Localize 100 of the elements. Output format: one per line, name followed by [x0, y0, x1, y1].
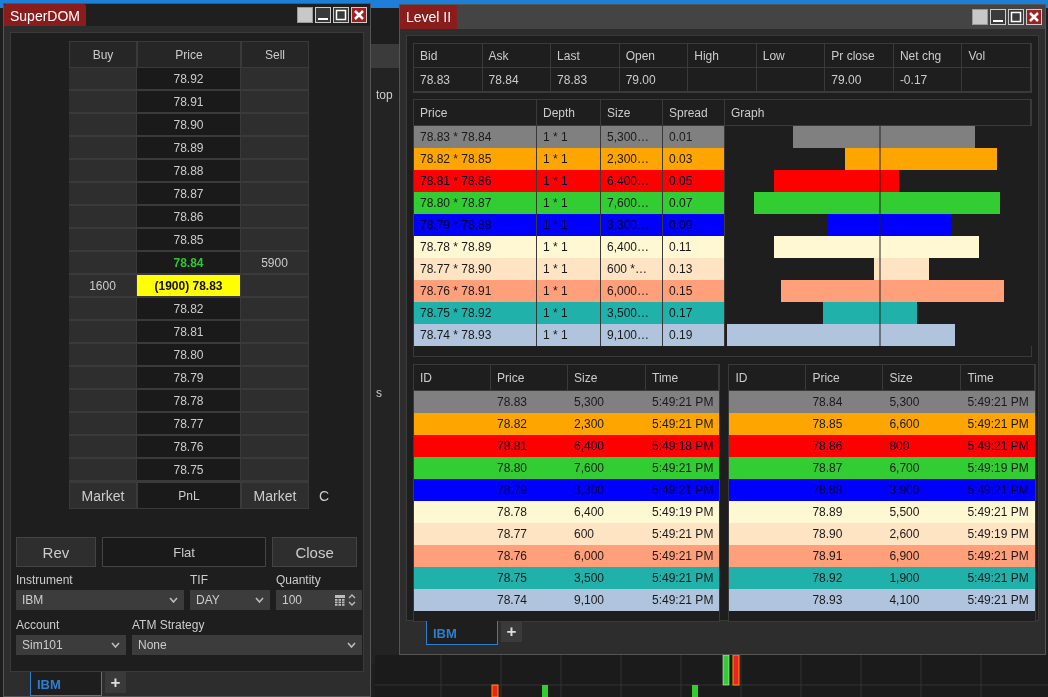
quote-value: 78.83 — [414, 68, 483, 92]
buy-cell[interactable] — [69, 137, 137, 160]
buy-cell[interactable] — [69, 298, 137, 321]
tif-dropdown[interactable]: DAY — [190, 590, 270, 610]
chevron-down-icon — [347, 642, 356, 648]
price-cell-text: 78.92 — [811, 570, 844, 587]
buy-cell[interactable] — [69, 436, 137, 459]
atm-strategy-dropdown[interactable]: None — [132, 635, 362, 655]
account-dropdown[interactable]: Sim101 — [16, 635, 126, 655]
sell-cell[interactable] — [241, 413, 309, 436]
size-cell-text: 5,300 — [573, 394, 606, 411]
buy-cell[interactable] — [69, 413, 137, 436]
spinner-icon[interactable] — [348, 593, 356, 607]
sell-cell[interactable] — [241, 91, 309, 114]
background-text: s — [375, 386, 383, 400]
buy-cell[interactable] — [69, 321, 137, 344]
price-cell-text: 78.77 — [496, 526, 529, 543]
field-label: Instrument — [16, 573, 74, 589]
sell-cell[interactable] — [241, 114, 309, 137]
buy-cell[interactable] — [69, 344, 137, 367]
price-cell-text: 78.91 — [811, 548, 844, 565]
buy-cell[interactable]: 1600 — [69, 275, 137, 298]
buy-cell[interactable] — [69, 114, 137, 137]
price-cell-text: 78.87 — [811, 460, 844, 477]
price-cell-text: 78.93 — [811, 592, 844, 609]
field-label: ATM Strategy — [132, 618, 206, 634]
sell-cell[interactable] — [241, 321, 309, 344]
market-sell-button[interactable]: Market — [241, 482, 309, 509]
sell-cell[interactable] — [241, 183, 309, 206]
price-cell-text: 78.74 — [496, 592, 529, 609]
time-cell-text: 5:49:21 PM — [966, 438, 1030, 455]
buy-cell[interactable] — [69, 390, 137, 413]
size-cell-text: 2,600 — [888, 526, 921, 543]
close-button[interactable]: Close — [272, 537, 357, 567]
time-cell-text: 5:49:19 PM — [966, 460, 1030, 477]
quantity-field[interactable]: 100 — [276, 590, 362, 610]
maximize-icon[interactable] — [333, 7, 349, 23]
calculator-icon[interactable] — [335, 594, 345, 606]
buy-cell[interactable] — [69, 229, 137, 252]
buy-cell[interactable] — [69, 160, 137, 183]
candle — [722, 655, 730, 686]
price-cell-text: 78.90 — [811, 526, 844, 543]
add-tab-button[interactable]: + — [105, 672, 126, 693]
price-cell: 78.78 — [137, 390, 241, 413]
size-cell-text: 1,900 — [888, 570, 921, 587]
minimize-icon[interactable] — [990, 9, 1006, 25]
instrument-dropdown[interactable]: IBM — [16, 590, 184, 610]
sell-cell[interactable] — [241, 275, 309, 298]
buy-cell[interactable] — [69, 459, 137, 482]
size-cell-text: 4,100 — [888, 592, 921, 609]
sell-cell[interactable] — [241, 229, 309, 252]
maximize-icon[interactable] — [1008, 9, 1024, 25]
sell-cell[interactable] — [241, 68, 309, 91]
sell-cell[interactable] — [241, 367, 309, 390]
buy-cell[interactable] — [69, 183, 137, 206]
buy-cell[interactable] — [69, 252, 137, 275]
instrument-tab[interactable]: IBM — [30, 672, 102, 696]
sell-cell[interactable] — [241, 206, 309, 229]
side-label: C — [319, 487, 330, 504]
sell-cell[interactable]: 5900 — [241, 252, 309, 275]
flat-button[interactable]: Flat — [101, 537, 267, 567]
close-icon[interactable] — [351, 7, 367, 23]
time-cell-text: 5:49:21 PM — [651, 394, 715, 411]
buy-cell[interactable] — [69, 68, 137, 91]
quote-value: -0.17 — [893, 68, 963, 92]
buy-cell[interactable] — [69, 206, 137, 229]
size-cell-text: 3,500 — [573, 570, 606, 587]
close-icon[interactable] — [1026, 9, 1042, 25]
instrument-tab[interactable]: IBM — [426, 621, 498, 645]
sell-cell[interactable] — [241, 298, 309, 321]
quote-label: Low — [756, 44, 826, 68]
price-cell: 78.76 — [137, 436, 241, 459]
sell-cell[interactable] — [241, 344, 309, 367]
price-cell: 78.79 — [137, 367, 241, 390]
buy-cell[interactable] — [69, 367, 137, 390]
field-label: TIF — [190, 573, 209, 589]
price-cell: 78.90 — [137, 114, 241, 137]
price-cell-text: 78.79 — [496, 482, 529, 499]
add-tab-button[interactable]: + — [501, 621, 522, 642]
rev-button[interactable]: Rev — [16, 537, 96, 567]
sell-cell[interactable] — [241, 436, 309, 459]
time-cell-text: 5:49:21 PM — [651, 416, 715, 433]
price-cell: 78.80 — [137, 344, 241, 367]
market-buy-button[interactable]: Market — [69, 482, 137, 509]
price-cell-text: 78.89 — [811, 504, 844, 521]
sell-cell[interactable] — [241, 390, 309, 413]
size-cell-text: 3,900 — [888, 482, 921, 499]
time-cell-text: 5:49:21 PM — [651, 482, 715, 499]
time-cell-text: 5:49:21 PM — [966, 548, 1030, 565]
size-cell-text: 6,900 — [888, 548, 921, 565]
sell-cell[interactable] — [241, 160, 309, 183]
sell-cell[interactable] — [241, 459, 309, 482]
time-cell-text: 5:49:21 PM — [966, 592, 1030, 609]
buy-cell[interactable] — [69, 91, 137, 114]
minimize-icon[interactable] — [315, 7, 331, 23]
time-cell-text: 5:49:21 PM — [966, 394, 1030, 411]
price-cell: 78.82 — [137, 298, 241, 321]
size-cell-text: 800 — [888, 438, 911, 455]
size-cell-text: 5,300 — [888, 394, 921, 411]
sell-cell[interactable] — [241, 137, 309, 160]
